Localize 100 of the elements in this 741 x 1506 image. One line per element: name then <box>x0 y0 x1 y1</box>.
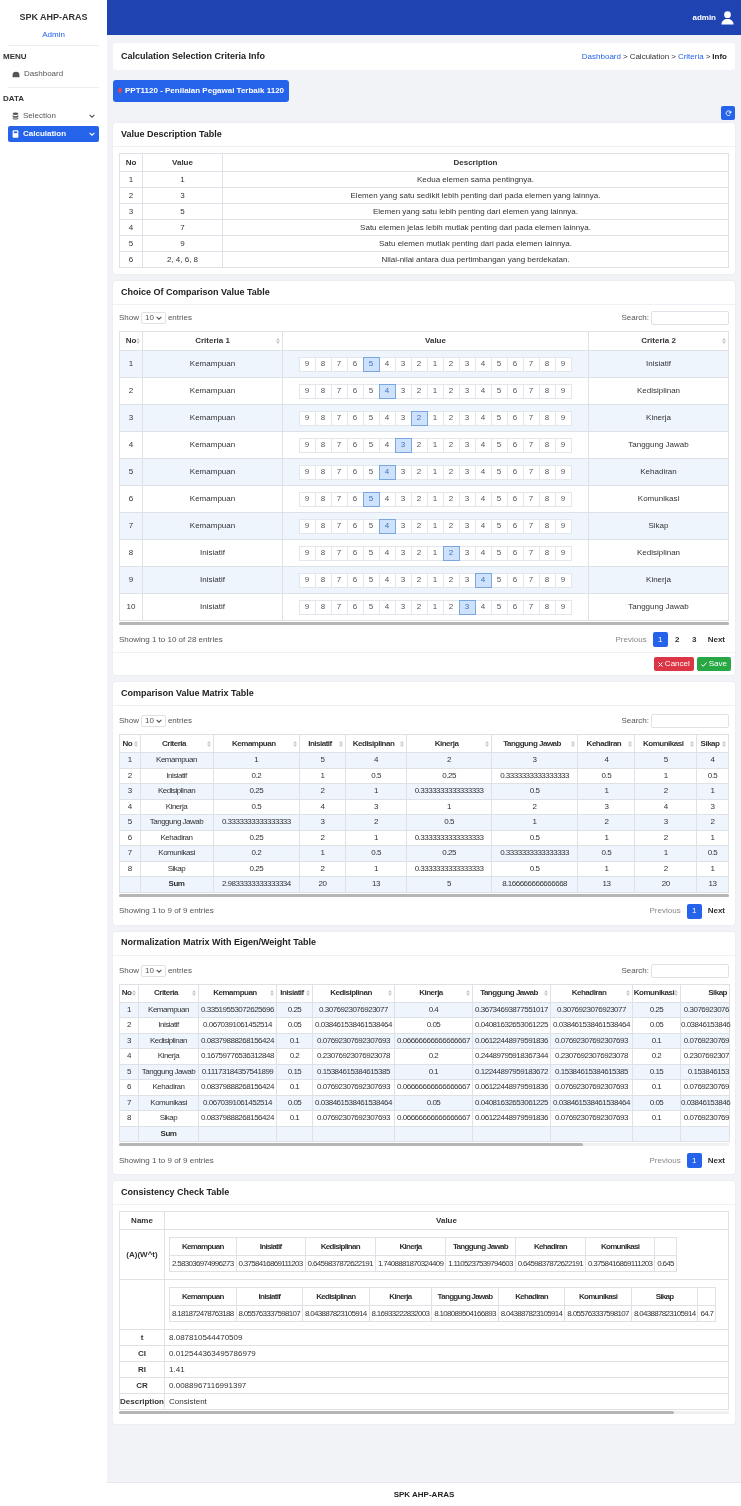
scale-option[interactable]: 8 <box>538 410 556 426</box>
scale-option[interactable]: 3 <box>394 356 412 372</box>
scale-option[interactable]: 3 <box>394 518 412 534</box>
breadcrumb-item[interactable]: Criteria <box>677 50 704 63</box>
scale-option[interactable]: 9 <box>298 410 316 426</box>
scale-option[interactable]: 5 <box>490 356 508 372</box>
scale-option[interactable]: 1 <box>426 410 444 426</box>
scale-option[interactable]: 2 <box>410 410 428 426</box>
page-button[interactable]: 1 <box>686 1153 702 1168</box>
scale-option[interactable]: 2 <box>442 572 460 588</box>
sidebar-item[interactable]: Selection <box>8 108 99 124</box>
search-field[interactable] <box>651 714 729 728</box>
scale-option[interactable]: 9 <box>298 437 316 453</box>
user-name[interactable]: admin <box>692 11 716 24</box>
sidebar-item[interactable]: Calculation <box>8 126 99 142</box>
sort-icon[interactable] <box>571 740 576 747</box>
cancel-button[interactable]: Cancel <box>653 657 694 671</box>
sort-icon[interactable] <box>133 740 138 747</box>
entries-select[interactable]: 10 <box>141 715 166 727</box>
user-avatar-icon[interactable] <box>720 10 735 25</box>
scale-option[interactable]: 7 <box>330 410 348 426</box>
scale-option[interactable]: 8 <box>314 410 332 426</box>
scale-option[interactable]: 6 <box>506 518 524 534</box>
sort-icon[interactable] <box>484 740 489 747</box>
breadcrumb-item[interactable]: Dashboard <box>581 50 621 63</box>
scale-option[interactable]: 4 <box>474 410 492 426</box>
scale-option[interactable]: 4 <box>474 464 492 480</box>
sort-icon[interactable] <box>338 740 343 747</box>
scale-option[interactable]: 6 <box>346 464 364 480</box>
scale-option[interactable]: 4 <box>378 518 396 534</box>
search-field[interactable] <box>651 311 729 325</box>
page-button[interactable]: 1 <box>686 903 702 919</box>
scale-option[interactable]: 2 <box>410 572 428 588</box>
scale-option[interactable]: 5 <box>490 572 508 588</box>
scale-option[interactable]: 5 <box>490 410 508 426</box>
scale-option[interactable]: 5 <box>490 464 508 480</box>
scale-option[interactable]: 9 <box>298 599 316 615</box>
scale-option[interactable]: 8 <box>538 464 556 480</box>
sort-icon[interactable] <box>628 740 633 747</box>
scale-option[interactable]: 1 <box>426 572 444 588</box>
scale-option[interactable]: 3 <box>458 572 476 588</box>
scale-option[interactable]: 4 <box>378 572 396 588</box>
selection-badge[interactable]: PPT1120 - Penilaian Pegawai Terbaik 1120 <box>113 80 290 102</box>
scale-option[interactable]: 1 <box>426 464 444 480</box>
scale-option[interactable]: 2 <box>442 464 460 480</box>
scale-option[interactable]: 2 <box>442 518 460 534</box>
scale-option[interactable]: 7 <box>330 464 348 480</box>
scale-option[interactable]: 9 <box>298 545 316 561</box>
search-field[interactable] <box>651 963 729 978</box>
scale-option[interactable]: 9 <box>298 572 316 588</box>
scrollbar[interactable] <box>119 622 729 625</box>
scale-option[interactable]: 9 <box>554 410 572 426</box>
scale-option[interactable]: 8 <box>538 572 556 588</box>
sidebar-item[interactable]: Dashboard <box>8 66 99 82</box>
scale-option[interactable]: 1 <box>426 356 444 372</box>
scale-option[interactable]: 9 <box>298 356 316 372</box>
scale-option[interactable]: 4 <box>378 356 396 372</box>
entries-select[interactable]: 10 <box>141 312 166 324</box>
scale-option[interactable]: 7 <box>522 518 540 534</box>
scale-option[interactable]: 2 <box>410 464 428 480</box>
scale-option[interactable]: 5 <box>362 518 380 534</box>
scale-option[interactable]: 6 <box>506 464 524 480</box>
scale-option[interactable]: 2 <box>410 356 428 372</box>
scale-option[interactable]: 6 <box>346 356 364 372</box>
scale-option[interactable]: 5 <box>362 464 380 480</box>
scale-option[interactable]: 6 <box>346 572 364 588</box>
scale-option[interactable]: 6 <box>346 410 364 426</box>
scale-option[interactable]: 9 <box>298 491 316 507</box>
scale-option[interactable]: 2 <box>442 410 460 426</box>
scale-option[interactable]: 7 <box>330 572 348 588</box>
scale-option[interactable]: 6 <box>346 518 364 534</box>
scale-option[interactable]: 7 <box>522 356 540 372</box>
scale-option[interactable]: 8 <box>314 572 332 588</box>
page-button[interactable]: Next <box>703 632 729 647</box>
scale-option[interactable]: 9 <box>554 356 572 372</box>
scale-option[interactable]: 8 <box>314 518 332 534</box>
scrollbar[interactable] <box>119 1411 675 1414</box>
sort-icon[interactable] <box>206 740 211 747</box>
refresh-button[interactable] <box>721 106 735 120</box>
scale-option[interactable]: 3 <box>394 410 412 426</box>
page-button[interactable]: Previous <box>645 903 685 919</box>
scale-option[interactable]: 2 <box>442 356 460 372</box>
sort-icon[interactable] <box>293 740 298 747</box>
scale-option[interactable]: 3 <box>458 410 476 426</box>
scrollbar[interactable] <box>119 1143 583 1146</box>
scale-option[interactable]: 8 <box>314 464 332 480</box>
page-button[interactable]: 2 <box>669 632 685 647</box>
scale-option[interactable]: 7 <box>522 464 540 480</box>
scale-option[interactable]: 4 <box>378 410 396 426</box>
scale-option[interactable]: 4 <box>474 572 492 588</box>
page-button[interactable]: Previous <box>645 1153 685 1168</box>
scale-option[interactable]: 6 <box>506 356 524 372</box>
scrollbar[interactable] <box>119 893 729 897</box>
scale-option[interactable]: 3 <box>458 518 476 534</box>
scale-option[interactable]: 9 <box>298 518 316 534</box>
scale-option[interactable]: 7 <box>330 356 348 372</box>
scale-option[interactable]: 8 <box>314 356 332 372</box>
scale-option[interactable]: 5 <box>362 410 380 426</box>
sort-icon[interactable] <box>400 740 405 747</box>
scale-option[interactable]: 5 <box>362 356 380 372</box>
